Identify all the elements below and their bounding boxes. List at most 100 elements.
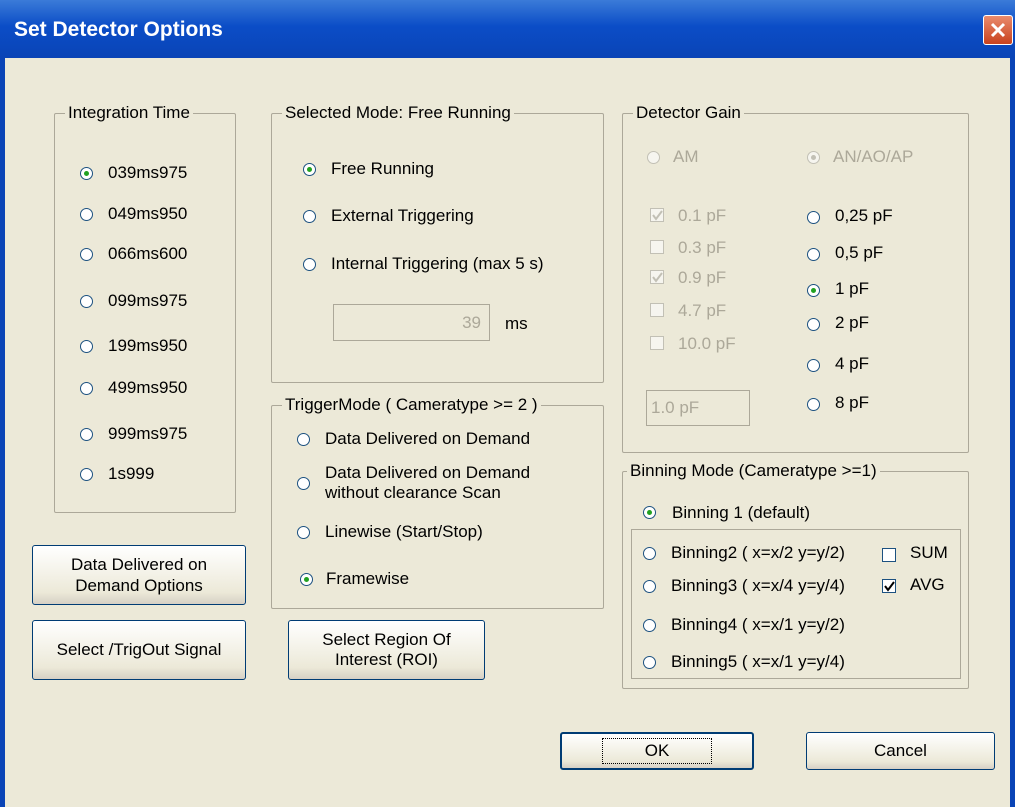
detector-gain-legend: Detector Gain <box>633 103 744 123</box>
binning-radio-2[interactable] <box>643 547 656 560</box>
binning-label: Binning3 ( x=x/4 y=y/4) <box>671 576 845 595</box>
gain-radio-label: 1 pF <box>835 279 870 298</box>
integration-time-radio-066ms600[interactable] <box>80 248 93 261</box>
gain-radio-4pf[interactable] <box>807 359 820 372</box>
binning-label: Binning4 ( x=x/1 y=y/2) <box>671 615 845 634</box>
trigger-label: Data Delivered on Demand without clearan… <box>325 463 531 502</box>
integration-time-label: 049ms950 <box>108 204 188 223</box>
selected-mode-group: Selected Mode: Free Running <box>271 103 604 383</box>
gain-radio-2pf[interactable] <box>807 318 820 331</box>
integration-time-radio-199ms950[interactable] <box>80 340 93 353</box>
gain-radio-1pf[interactable] <box>807 284 820 297</box>
gain-mode-radio-an[interactable] <box>807 151 820 164</box>
gain-radio-8pf[interactable] <box>807 398 820 411</box>
integration-time-radio-1s999[interactable] <box>80 468 93 481</box>
mode-radio-external-triggering[interactable] <box>303 210 316 223</box>
integration-time-label: 1s999 <box>108 464 155 483</box>
check-icon <box>884 581 895 592</box>
window-border-right <box>1010 58 1015 807</box>
gain-mode-label-am: AM <box>673 147 699 166</box>
sum-label: SUM <box>910 543 948 562</box>
binning-mode-legend: Binning Mode (Cameratype >=1) <box>627 461 880 481</box>
gain-checkbox-10-0pf[interactable] <box>650 336 664 350</box>
gain-value: 1.0 pF <box>651 398 700 417</box>
data-delivered-options-button[interactable]: Data Delivered on Demand Options <box>32 545 246 605</box>
select-roi-label: Select Region Of Interest (ROI) <box>322 630 451 669</box>
mode-label: Free Running <box>331 159 435 178</box>
close-button[interactable] <box>983 15 1013 45</box>
window-border-left <box>0 58 5 807</box>
mode-radio-internal-triggering[interactable] <box>303 258 316 271</box>
integration-time-legend: Integration Time <box>65 103 193 123</box>
integration-time-label: 039ms975 <box>108 163 188 182</box>
check-icon <box>652 210 663 221</box>
integration-time-radio-049ms950[interactable] <box>80 208 93 221</box>
gain-radio-label: 0,25 pF <box>835 206 893 225</box>
close-icon <box>990 22 1006 38</box>
cancel-label: Cancel <box>874 741 927 760</box>
avg-checkbox[interactable] <box>882 579 896 593</box>
gain-checkbox-label: 0.3 pF <box>678 238 727 257</box>
select-roi-button[interactable]: Select Region Of Interest (ROI) <box>288 620 485 680</box>
binning-radio-5[interactable] <box>643 656 656 669</box>
integration-time-label: 999ms975 <box>108 424 188 443</box>
gain-radio-0-5pf[interactable] <box>807 248 820 261</box>
data-delivered-options-label: Data Delivered on Demand Options <box>70 555 208 595</box>
gain-radio-label: 0,5 pF <box>835 243 884 262</box>
integration-time-label: 066ms600 <box>108 244 188 263</box>
mode-radio-free-running[interactable] <box>303 163 316 176</box>
trigger-label: Linewise (Start/Stop) <box>325 522 483 541</box>
gain-mode-label-an: AN/AO/AP <box>833 147 914 166</box>
integration-time-radio-039ms975[interactable] <box>80 167 93 180</box>
gain-value-field[interactable]: 1.0 pF <box>646 390 750 426</box>
trigger-radio-data-delivered-no-clearance[interactable] <box>297 477 310 490</box>
trigger-label: Framewise <box>326 569 410 588</box>
gain-checkbox-label: 4.7 pF <box>678 301 727 320</box>
gain-checkbox-0-3pf[interactable] <box>650 240 664 254</box>
gain-radio-label: 4 pF <box>835 354 870 373</box>
interval-value: 39 <box>462 313 481 332</box>
mode-label: Internal Triggering (max 5 s) <box>331 254 544 273</box>
binning-label: Binning 1 (default) <box>672 503 810 522</box>
binning-radio-4[interactable] <box>643 619 656 632</box>
avg-label: AVG <box>910 575 945 594</box>
gain-checkbox-label: 0.1 pF <box>678 206 727 225</box>
integration-time-label: 499ms950 <box>108 378 188 397</box>
select-trigout-label: Select /TrigOut Signal <box>56 640 222 659</box>
trigger-radio-linewise[interactable] <box>297 526 310 539</box>
interval-unit: ms <box>505 314 528 333</box>
ok-label: OK <box>601 738 713 764</box>
ok-button[interactable]: OK <box>560 732 754 770</box>
integration-time-radio-499ms950[interactable] <box>80 382 93 395</box>
integration-time-radio-099ms975[interactable] <box>80 295 93 308</box>
gain-checkbox-label: 10.0 pF <box>678 334 736 353</box>
gain-checkbox-label: 0.9 pF <box>678 268 727 287</box>
select-trigout-button[interactable]: Select /TrigOut Signal <box>32 620 246 680</box>
check-icon <box>652 272 663 283</box>
gain-radio-label: 2 pF <box>835 313 870 332</box>
mode-label: External Triggering <box>331 206 474 225</box>
cancel-button[interactable]: Cancel <box>806 732 995 770</box>
title-bar[interactable]: Set Detector Options <box>0 0 1015 58</box>
binning-radio-1[interactable] <box>643 506 656 519</box>
binning-radio-3[interactable] <box>643 580 656 593</box>
selected-mode-legend: Selected Mode: Free Running <box>282 103 514 123</box>
integration-time-label: 099ms975 <box>108 291 188 310</box>
gain-checkbox-0-9pf[interactable] <box>650 270 664 284</box>
window-title: Set Detector Options <box>14 18 223 41</box>
gain-radio-label: 8 pF <box>835 393 870 412</box>
binning-label: Binning2 ( x=x/2 y=y/2) <box>671 543 845 562</box>
gain-radio-0-25pf[interactable] <box>807 211 820 224</box>
gain-checkbox-4-7pf[interactable] <box>650 303 664 317</box>
sum-checkbox[interactable] <box>882 548 896 562</box>
gain-checkbox-0-1pf[interactable] <box>650 208 664 222</box>
trigger-radio-data-delivered[interactable] <box>297 433 310 446</box>
binning-label: Binning5 ( x=x/1 y=y/4) <box>671 652 845 671</box>
trigger-label: Data Delivered on Demand <box>325 429 531 448</box>
integration-time-label: 199ms950 <box>108 336 188 355</box>
trigger-radio-framewise[interactable] <box>300 573 313 586</box>
integration-time-radio-999ms975[interactable] <box>80 428 93 441</box>
gain-mode-radio-am[interactable] <box>647 151 660 164</box>
trigger-mode-legend: TriggerMode ( Cameratype >= 2 ) <box>282 395 541 415</box>
interval-input[interactable]: 39 <box>333 304 490 341</box>
